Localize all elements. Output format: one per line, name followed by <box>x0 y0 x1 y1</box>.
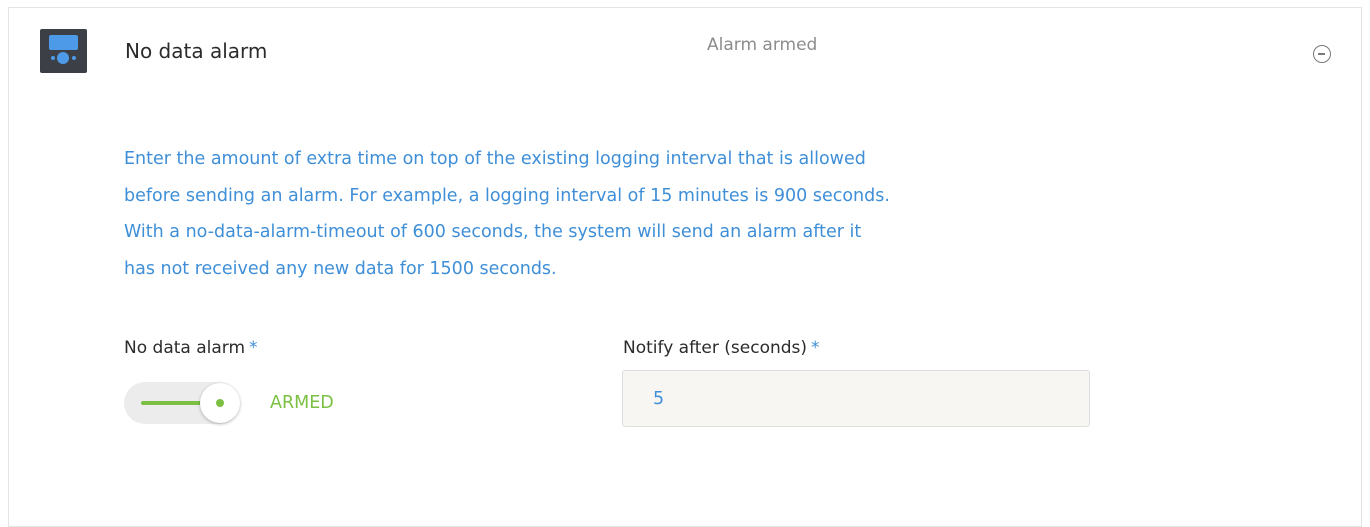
toggle-state-label: ARMED <box>270 393 334 413</box>
alarm-title: No data alarm <box>125 39 268 63</box>
no-data-alarm-toggle[interactable] <box>124 382 240 424</box>
notify-after-input[interactable] <box>622 370 1090 427</box>
toggle-thumb[interactable] <box>200 383 240 423</box>
device-dot-right <box>72 56 76 60</box>
device-screen <box>49 35 78 50</box>
device-icon <box>40 29 87 73</box>
no-data-alarm-label: No data alarm * <box>124 336 258 360</box>
device-knob <box>57 52 69 64</box>
device-dot-left <box>51 56 55 60</box>
notify-after-label: Notify after (seconds) * <box>623 336 820 360</box>
minus-circle-icon[interactable] <box>1313 45 1331 63</box>
required-mark: * <box>811 338 820 358</box>
notify-after-label-text: Notify after (seconds) <box>623 338 808 358</box>
required-mark: * <box>249 338 258 358</box>
no-data-alarm-label-text: No data alarm <box>124 338 246 358</box>
alarm-description: Enter the amount of extra time on top of… <box>124 149 890 279</box>
alarm-status: Alarm armed <box>707 35 818 55</box>
